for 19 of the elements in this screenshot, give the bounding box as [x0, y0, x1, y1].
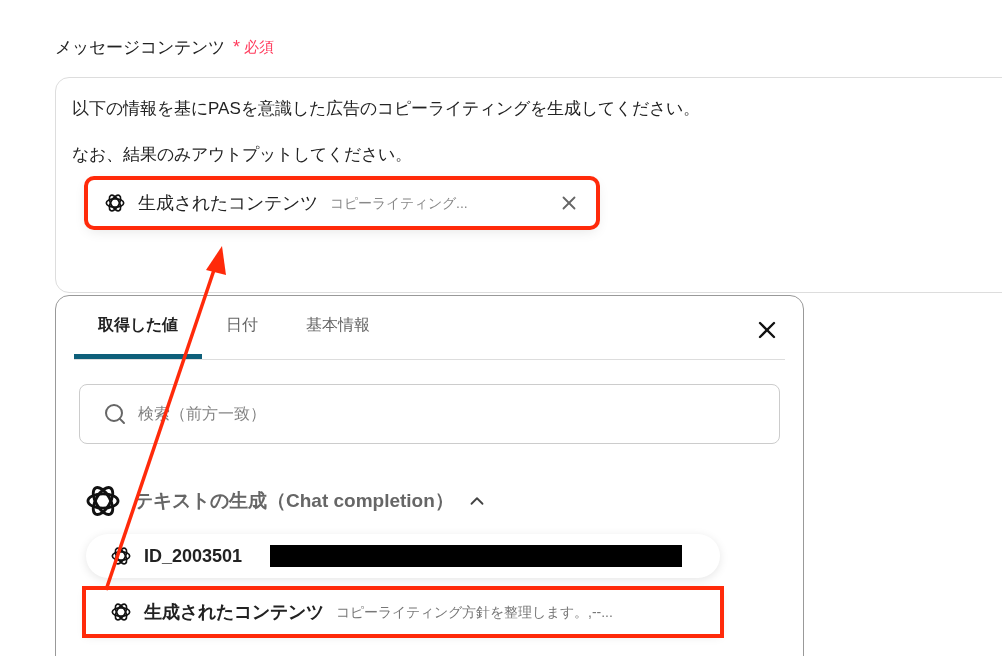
required-text: 必須: [244, 37, 274, 58]
item-value: コピーライティング方針を整理します。,--...: [336, 602, 613, 622]
chip-preview: コピーライティング...: [330, 193, 468, 213]
message-textarea[interactable]: 以下の情報を基にPASを意識した広告のコピーライティングを生成してください。 なお、結果のみアウトプットしてください。 生成されたコンテンツ コピーライティング...: [55, 77, 1002, 293]
item-name: 生成されたコンテンツ: [144, 600, 324, 624]
knot-logo-icon: [110, 545, 132, 567]
knot-logo-icon: [110, 601, 132, 623]
variable-item[interactable]: ID_2003501: [86, 534, 720, 578]
message-text: なお、結果のみアウトプットしてください。: [72, 144, 413, 166]
tab[interactable]: 日付: [202, 295, 282, 359]
tab[interactable]: 取得した値: [74, 295, 202, 359]
tab[interactable]: 基本情報: [282, 295, 394, 359]
field-label: メッセージコンテンツ: [55, 36, 225, 59]
knot-logo-icon: [104, 192, 126, 214]
item-name: ID_2003501: [144, 544, 243, 568]
message-text: 以下の情報を基にPASを意識した広告のコピーライティングを生成してください。: [72, 98, 701, 120]
chip-title: 生成されたコンテンツ: [138, 191, 318, 215]
required-mark: *: [233, 36, 240, 59]
search-icon: [103, 402, 127, 426]
